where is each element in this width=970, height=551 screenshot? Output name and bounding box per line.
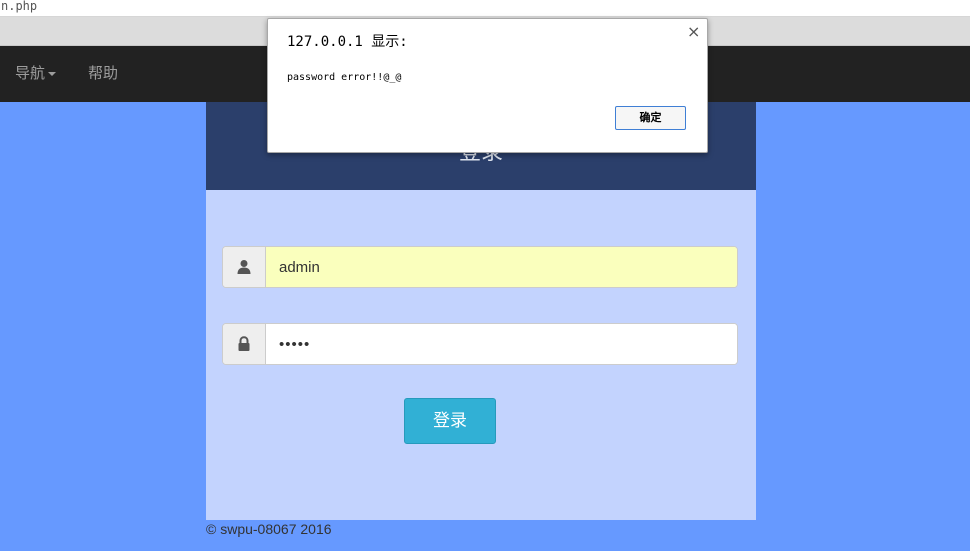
nav-dropdown-label: 导航 <box>15 64 46 82</box>
password-field[interactable] <box>266 324 737 364</box>
lock-icon <box>223 324 266 364</box>
close-icon[interactable]: × <box>687 24 700 40</box>
alert-dialog: 127.0.0.1 显示: × password error!!@_@ 确定 <box>267 18 708 153</box>
alert-message: password error!!@_@ <box>287 72 402 83</box>
user-icon <box>223 247 266 287</box>
username-input-group <box>222 246 738 288</box>
alert-ok-button[interactable]: 确定 <box>615 106 686 130</box>
address-bar-fragment: n.php <box>0 0 970 17</box>
password-input-group <box>222 323 738 365</box>
username-field[interactable] <box>266 247 737 287</box>
caret-down-icon <box>48 71 57 76</box>
alert-title: 127.0.0.1 显示: <box>287 34 408 50</box>
nav-link-help[interactable]: 帮助 <box>88 46 118 102</box>
nav-dropdown-navigation[interactable]: 导航 <box>15 46 57 102</box>
login-button[interactable]: 登录 <box>404 398 496 444</box>
footer-copyright: © swpu-08067 2016 <box>206 521 332 537</box>
